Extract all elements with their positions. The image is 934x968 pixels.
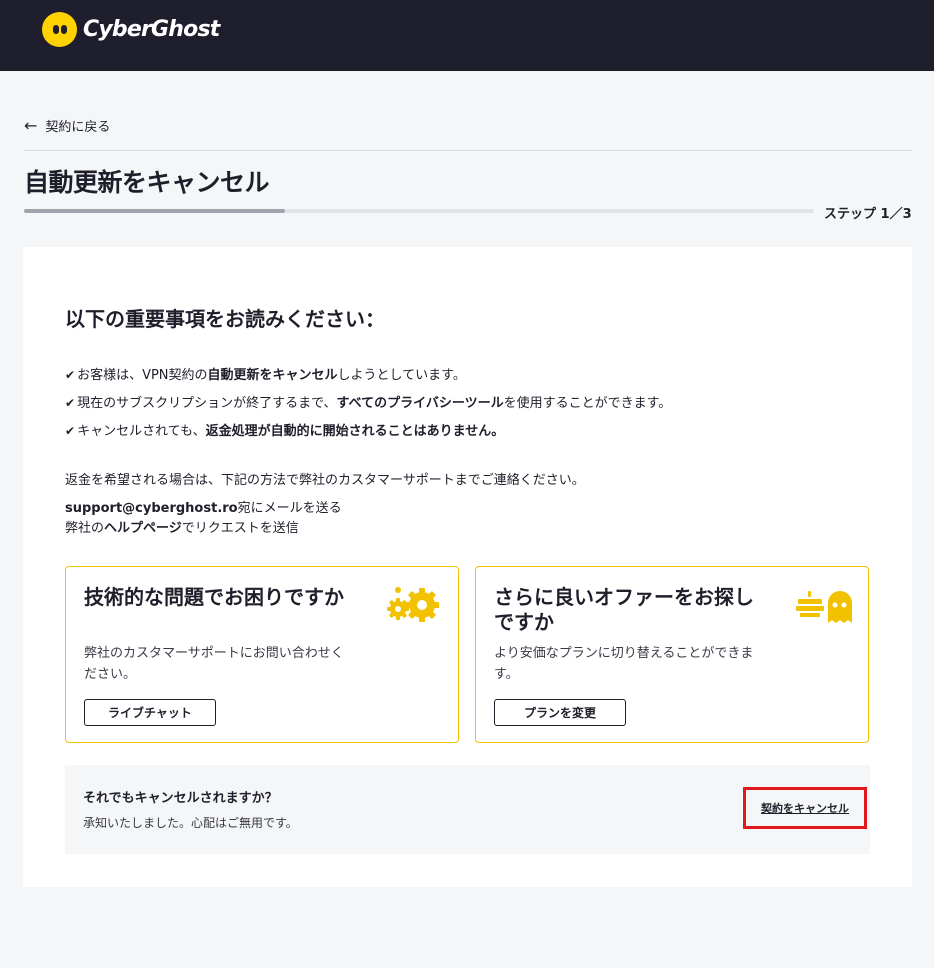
checkmark-icon: ✔ — [65, 396, 76, 410]
cancel-contract-link[interactable]: 契約をキャンセル — [761, 800, 849, 816]
cancel-info-card: 以下の重要事項をお読みください： ✔ お客様は、VPN契約の自動更新をキャンセルし… — [23, 247, 912, 887]
live-chat-button[interactable]: ライブチャット — [84, 699, 216, 726]
refund-intro-text: 返金を希望される場合は、下記の方法で弊社のカスタマーサポートまでご連絡ください。 — [65, 473, 585, 488]
notice-item: ✔ 現在のサブスクリプションが終了するまで、すべてのプライバシーツールを使用するこ… — [65, 396, 672, 411]
offer-title: 技術的な問題でお困りですか — [84, 585, 344, 609]
cyberghost-logo[interactable]: CyberGhost — [42, 11, 220, 47]
better-offer-card: さらに良いオファーをお探しですか より安価なプランに切り替えることができます。 … — [475, 566, 869, 743]
tech-support-offer: 技術的な問題でお困りですか 弊社のカスタマーサポートにお問い合わせください。 ラ… — [65, 566, 459, 743]
back-link-label: 契約に戻る — [45, 120, 111, 135]
step-progress-fill — [24, 209, 285, 213]
ghost-icon — [794, 585, 852, 629]
contact-help-line: 弊社のヘルプページでリクエストを送信 — [65, 521, 299, 536]
arrow-left-icon: ← — [24, 115, 38, 135]
confirm-subtext: 承知いたしました。心配はご無用です。 — [83, 816, 298, 830]
top-bar: CyberGhost — [0, 0, 934, 71]
page-title: 自動更新をキャンセル — [24, 168, 270, 197]
offer-description: 弊社のカスタマーサポートにお問い合わせください。 — [84, 646, 344, 682]
ghost-logo-icon — [42, 11, 77, 47]
gears-icon — [384, 585, 442, 629]
step-indicator: ステップ 1／3 — [824, 207, 912, 222]
support-email[interactable]: support@cyberghost.ro — [65, 501, 238, 516]
header-divider — [24, 150, 912, 151]
offer-description: より安価なプランに切り替えることができます。 — [494, 646, 754, 682]
notice-list: ✔ お客様は、VPN契約の自動更新をキャンセルしようとしています。 ✔ 現在のサブス… — [65, 365, 671, 449]
checkmark-icon: ✔ — [65, 424, 76, 438]
brand-name: CyberGhost — [83, 16, 220, 42]
cancel-link-highlight: 契約をキャンセル — [743, 787, 867, 829]
checkmark-icon: ✔ — [65, 368, 76, 382]
confirm-cancel-section: それでもキャンセルされますか？ 承知いたしました。心配はご無用です。 契約をキャ… — [65, 765, 870, 854]
confirm-question: それでもキャンセルされますか？ — [83, 791, 278, 806]
notice-heading: 以下の重要事項をお読みください： — [65, 307, 385, 331]
help-page-link[interactable]: ヘルプページ — [104, 521, 182, 536]
notice-item: ✔ キャンセルされても、返金処理が自動的に開始されることはありません。 — [65, 424, 505, 439]
step-progress-bar — [24, 209, 814, 213]
change-plan-button[interactable]: プランを変更 — [494, 699, 626, 726]
contact-email-line: support@cyberghost.ro宛にメールを送る — [65, 501, 342, 516]
back-to-contract-link[interactable]: ← 契約に戻る — [24, 116, 110, 135]
notice-item: ✔ お客様は、VPN契約の自動更新をキャンセルしようとしています。 — [65, 368, 466, 383]
offer-title: さらに良いオファーをお探しですか — [494, 585, 754, 634]
